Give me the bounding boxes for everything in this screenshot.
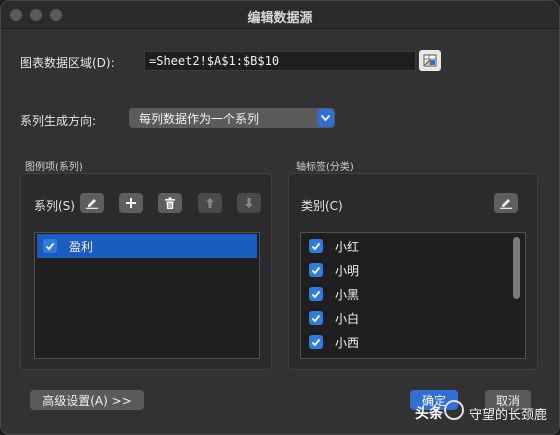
category-list-scrollbar[interactable] [513, 237, 520, 299]
check-icon [311, 290, 321, 298]
category-name: 小西 [335, 335, 360, 350]
list-item[interactable]: 盈利 [37, 234, 257, 258]
series-checkbox[interactable] [43, 239, 57, 253]
category-checkbox[interactable] [309, 311, 323, 325]
watermark-logo-icon [444, 400, 464, 420]
category-label: 类别(C) [301, 199, 343, 213]
watermark-handle: 守望的长颈鹿 [469, 408, 548, 423]
move-down-button[interactable] [237, 193, 261, 213]
plus-icon [126, 198, 136, 208]
axis-group-title: 轴标签(分类) [296, 162, 354, 173]
series-label: 系列(S) [34, 199, 75, 213]
list-item[interactable]: 小红 [303, 234, 523, 258]
range-select-icon [423, 54, 437, 67]
list-item[interactable]: 小明 [303, 258, 523, 282]
category-list[interactable]: 小红 小明 小黑 小白 小西 [300, 232, 526, 359]
series-name: 盈利 [69, 239, 94, 254]
series-direction-select[interactable]: 每列数据作为一个系列 [129, 108, 335, 128]
data-range-field[interactable]: =Sheet2!$A$1:$B$10 [144, 51, 416, 71]
watermark-brand: 头条 [415, 406, 443, 422]
trash-icon [165, 197, 175, 209]
data-range-label: 图表数据区域(D): [20, 56, 115, 70]
chevron-down-icon [317, 109, 334, 127]
series-direction-value: 每列数据作为一个系列 [139, 112, 260, 126]
edit-data-source-dialog: 编辑数据源 图表数据区域(D): =Sheet2!$A$1:$B$10 系列生成… [0, 0, 560, 435]
category-checkbox[interactable] [309, 263, 323, 277]
category-name: 小明 [335, 263, 360, 278]
delete-series-button[interactable] [158, 193, 182, 213]
check-icon [311, 314, 321, 322]
add-series-button[interactable] [119, 193, 143, 213]
category-checkbox[interactable] [309, 335, 323, 349]
list-item[interactable]: 小西 [303, 330, 523, 354]
move-up-button[interactable] [198, 193, 222, 213]
arrow-up-icon [206, 198, 214, 208]
check-icon [311, 242, 321, 250]
category-name: 小白 [335, 311, 360, 326]
check-icon [311, 266, 321, 274]
category-checkbox[interactable] [309, 287, 323, 301]
check-icon [311, 338, 321, 346]
list-item[interactable]: 小白 [303, 306, 523, 330]
category-checkbox[interactable] [309, 239, 323, 253]
legend-group-title: 图例项(系列) [25, 162, 83, 173]
check-icon [45, 242, 55, 250]
advanced-settings-button[interactable]: 高级设置(A) >> [30, 390, 144, 410]
edit-series-button[interactable] [80, 193, 104, 213]
arrow-down-icon [245, 198, 253, 208]
title-bar: 编辑数据源 [1, 1, 559, 29]
edit-icon [500, 199, 512, 209]
category-name: 小黑 [335, 287, 360, 302]
edit-icon [86, 199, 98, 209]
edit-category-button[interactable] [494, 193, 518, 213]
series-list[interactable]: 盈利 [34, 232, 260, 359]
list-item[interactable]: 小黑 [303, 282, 523, 306]
range-select-button[interactable] [419, 50, 441, 71]
category-name: 小红 [335, 239, 360, 254]
series-direction-label: 系列生成方向: [20, 114, 97, 128]
window-title: 编辑数据源 [247, 11, 313, 26]
